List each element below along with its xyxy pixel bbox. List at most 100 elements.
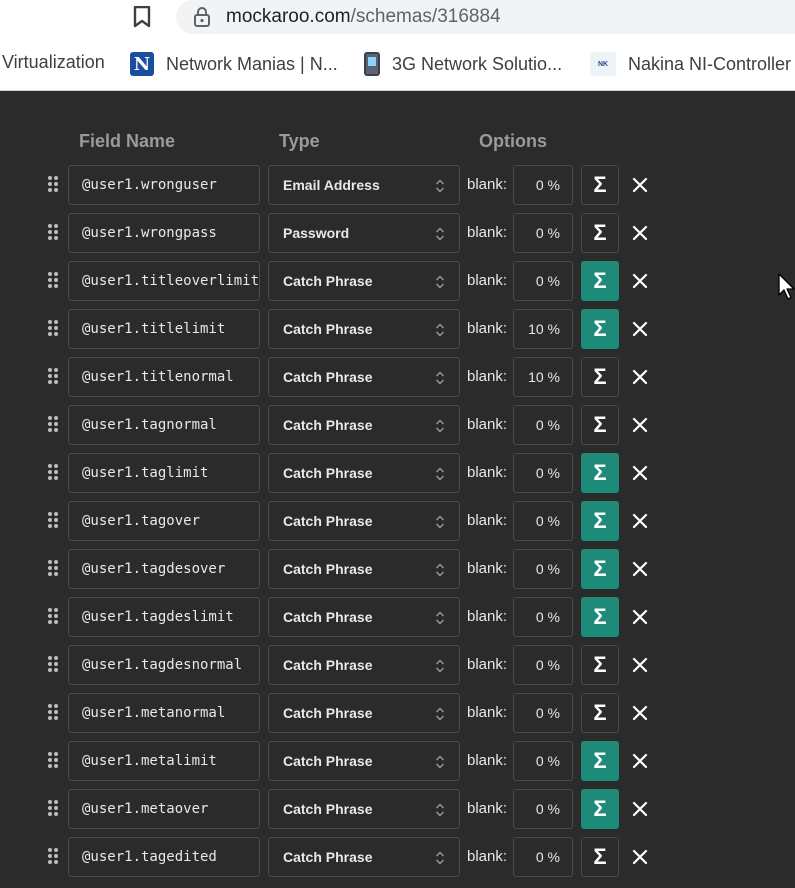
- drag-handle-icon[interactable]: [47, 607, 59, 627]
- blank-percent-input[interactable]: 0 %: [513, 213, 573, 253]
- drag-handle-icon[interactable]: [47, 559, 59, 579]
- blank-percent-input[interactable]: 0 %: [513, 693, 573, 733]
- field-name-input[interactable]: @user1.tagedited: [68, 837, 260, 877]
- close-icon[interactable]: [631, 704, 649, 722]
- formula-button[interactable]: Σ: [581, 693, 619, 733]
- close-icon[interactable]: [631, 272, 649, 290]
- formula-button[interactable]: Σ: [581, 645, 619, 685]
- drag-handle-icon[interactable]: [47, 367, 59, 387]
- drag-handle-icon[interactable]: [47, 847, 59, 867]
- drag-handle-icon[interactable]: [47, 655, 59, 675]
- field-name-input[interactable]: @user1.taglimit: [68, 453, 260, 493]
- field-name-input[interactable]: @user1.wronguser: [68, 165, 260, 205]
- drag-handle-icon[interactable]: [47, 415, 59, 435]
- sigma-icon: Σ: [593, 412, 607, 437]
- field-name-input[interactable]: @user1.tagdeslimit: [68, 597, 260, 637]
- lock-icon[interactable]: [193, 7, 211, 27]
- formula-button[interactable]: Σ: [581, 261, 619, 301]
- field-name-input[interactable]: @user1.titlelimit: [68, 309, 260, 349]
- close-icon[interactable]: [631, 656, 649, 674]
- field-type-select[interactable]: Catch Phrase: [268, 309, 460, 349]
- formula-button[interactable]: Σ: [581, 357, 619, 397]
- close-icon[interactable]: [631, 848, 649, 866]
- blank-percent-input[interactable]: 0 %: [513, 165, 573, 205]
- formula-button[interactable]: Σ: [581, 789, 619, 829]
- field-name-input[interactable]: @user1.titlenormal: [68, 357, 260, 397]
- field-row: @user1.taglimit Catch Phrase blank: 0 % Σ: [0, 453, 795, 501]
- bookmark-virtualization[interactable]: Virtualization: [2, 52, 105, 73]
- formula-button[interactable]: Σ: [581, 549, 619, 589]
- blank-percent-input[interactable]: 0 %: [513, 549, 573, 589]
- formula-button[interactable]: Σ: [581, 213, 619, 253]
- field-type-select[interactable]: Email Address: [268, 165, 460, 205]
- formula-button[interactable]: Σ: [581, 741, 619, 781]
- close-icon[interactable]: [631, 176, 649, 194]
- field-type-select[interactable]: Catch Phrase: [268, 549, 460, 589]
- close-icon[interactable]: [631, 512, 649, 530]
- bookmark-star-icon[interactable]: [133, 6, 151, 28]
- blank-percent-input[interactable]: 0 %: [513, 645, 573, 685]
- field-name-input[interactable]: @user1.metaover: [68, 789, 260, 829]
- blank-percent-input[interactable]: 0 %: [513, 741, 573, 781]
- field-type-select[interactable]: Catch Phrase: [268, 405, 460, 445]
- field-name-input[interactable]: @user1.tagdesnormal: [68, 645, 260, 685]
- blank-percent-input[interactable]: 10 %: [513, 309, 573, 349]
- formula-button[interactable]: Σ: [581, 837, 619, 877]
- drag-handle-icon[interactable]: [47, 703, 59, 723]
- field-type-select[interactable]: Catch Phrase: [268, 645, 460, 685]
- drag-handle-icon[interactable]: [47, 319, 59, 339]
- formula-button[interactable]: Σ: [581, 501, 619, 541]
- close-icon[interactable]: [631, 608, 649, 626]
- close-icon[interactable]: [631, 560, 649, 578]
- field-type-select[interactable]: Catch Phrase: [268, 789, 460, 829]
- close-icon[interactable]: [631, 368, 649, 386]
- drag-handle-icon[interactable]: [47, 175, 59, 195]
- field-type-select[interactable]: Catch Phrase: [268, 501, 460, 541]
- blank-percent-input[interactable]: 0 %: [513, 405, 573, 445]
- field-name-input[interactable]: @user1.metanormal: [68, 693, 260, 733]
- field-name-input[interactable]: @user1.tagover: [68, 501, 260, 541]
- close-icon[interactable]: [631, 752, 649, 770]
- close-icon[interactable]: [631, 224, 649, 242]
- field-name-input[interactable]: @user1.tagdesover: [68, 549, 260, 589]
- bookmark-nakina[interactable]: NK Nakina NI-Controller: [590, 52, 791, 76]
- drag-handle-icon[interactable]: [47, 463, 59, 483]
- field-type-select[interactable]: Catch Phrase: [268, 837, 460, 877]
- field-type-select[interactable]: Catch Phrase: [268, 357, 460, 397]
- blank-percent-input[interactable]: 10 %: [513, 357, 573, 397]
- formula-button[interactable]: Σ: [581, 165, 619, 205]
- bookmark-label: Network Manias | N...: [166, 53, 338, 74]
- field-type-select[interactable]: Password: [268, 213, 460, 253]
- field-type-select[interactable]: Catch Phrase: [268, 453, 460, 493]
- drag-handle-icon[interactable]: [47, 511, 59, 531]
- field-name-input[interactable]: @user1.titleoverlimit: [68, 261, 260, 301]
- drag-handle-icon[interactable]: [47, 223, 59, 243]
- bookmark-network-manias[interactable]: N Network Manias | N...: [130, 52, 338, 76]
- blank-percent-input[interactable]: 0 %: [513, 789, 573, 829]
- blank-percent-input[interactable]: 0 %: [513, 837, 573, 877]
- formula-button[interactable]: Σ: [581, 597, 619, 637]
- url-text[interactable]: mockaroo.com/schemas/316884: [226, 6, 501, 28]
- blank-percent-input[interactable]: 0 %: [513, 597, 573, 637]
- field-type-select[interactable]: Catch Phrase: [268, 741, 460, 781]
- field-name-input[interactable]: @user1.tagnormal: [68, 405, 260, 445]
- close-icon[interactable]: [631, 800, 649, 818]
- formula-button[interactable]: Σ: [581, 309, 619, 349]
- field-type-select[interactable]: Catch Phrase: [268, 261, 460, 301]
- field-type-select[interactable]: Catch Phrase: [268, 693, 460, 733]
- field-type-select[interactable]: Catch Phrase: [268, 597, 460, 637]
- drag-handle-icon[interactable]: [47, 751, 59, 771]
- field-name-input[interactable]: @user1.wrongpass: [68, 213, 260, 253]
- blank-percent-input[interactable]: 0 %: [513, 261, 573, 301]
- formula-button[interactable]: Σ: [581, 453, 619, 493]
- drag-handle-icon[interactable]: [47, 799, 59, 819]
- drag-handle-icon[interactable]: [47, 271, 59, 291]
- bookmark-3g-network[interactable]: 3G Network Solutio...: [364, 52, 562, 76]
- blank-percent-input[interactable]: 0 %: [513, 453, 573, 493]
- close-icon[interactable]: [631, 464, 649, 482]
- field-name-input[interactable]: @user1.metalimit: [68, 741, 260, 781]
- close-icon[interactable]: [631, 320, 649, 338]
- formula-button[interactable]: Σ: [581, 405, 619, 445]
- close-icon[interactable]: [631, 416, 649, 434]
- blank-percent-input[interactable]: 0 %: [513, 501, 573, 541]
